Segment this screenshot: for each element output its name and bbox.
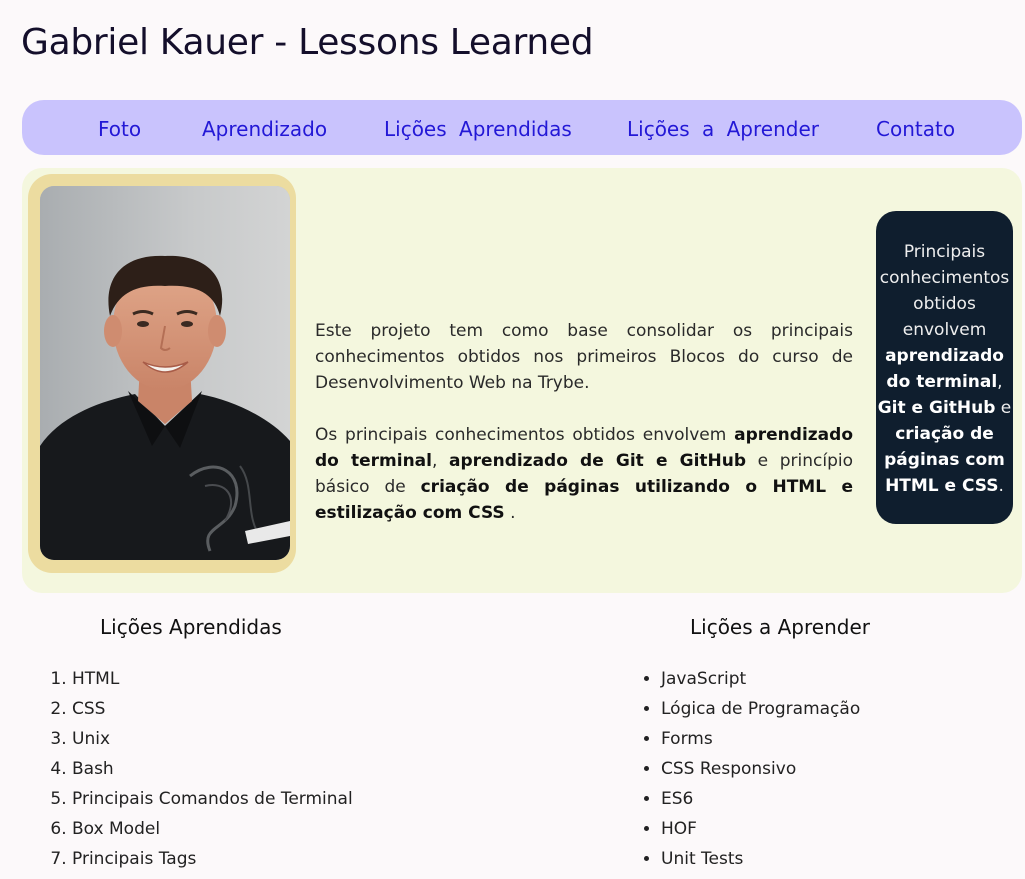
list-item: ES6 bbox=[661, 784, 860, 814]
page-title: Gabriel Kauer - Lessons Learned bbox=[21, 22, 594, 63]
intro-paragraph-1: Este projeto tem como base consolidar os… bbox=[315, 321, 853, 393]
list-item: Principais Comandos de Terminal bbox=[72, 784, 353, 814]
to-learn-heading: Lições a Aprender bbox=[690, 615, 870, 639]
intro-section: Este projeto tem como base consolidar os… bbox=[22, 168, 1022, 593]
list-item: Unit Tests bbox=[661, 844, 860, 874]
learned-list: HTML CSS Unix Bash Principais Comandos d… bbox=[50, 664, 353, 874]
intro-paragraph-2: Os principais conhecimentos obtidos envo… bbox=[315, 425, 854, 523]
to-learn-list: JavaScript Lógica de Programação Forms C… bbox=[640, 664, 860, 874]
list-item: CSS bbox=[72, 694, 353, 724]
nav-link-foto[interactable]: Foto bbox=[98, 117, 141, 141]
list-item: Forms bbox=[661, 724, 860, 754]
list-item: Principais Tags bbox=[72, 844, 353, 874]
intro-text: Este projeto tem como base consolidar os… bbox=[315, 318, 853, 552]
list-item: Box Model bbox=[72, 814, 353, 844]
list-item: HTML bbox=[72, 664, 353, 694]
list-item: Unix bbox=[72, 724, 353, 754]
nav-link-licoes-aprendidas[interactable]: Lições Aprendidas bbox=[384, 117, 572, 141]
summary-callout: Principais conhecimentos obtidos envolve… bbox=[876, 211, 1013, 524]
nav-link-contato[interactable]: Contato bbox=[876, 117, 955, 141]
list-item: Bash bbox=[72, 754, 353, 784]
list-item: JavaScript bbox=[661, 664, 860, 694]
nav-link-aprendizado[interactable]: Aprendizado bbox=[202, 117, 327, 141]
photo-frame bbox=[28, 174, 296, 573]
profile-photo bbox=[40, 186, 290, 560]
list-item: HOF bbox=[661, 814, 860, 844]
list-item: Lógica de Programação bbox=[661, 694, 860, 724]
list-item: CSS Responsivo bbox=[661, 754, 860, 784]
highlight-git: aprendizado de Git e GitHub bbox=[449, 451, 747, 471]
main-nav: Foto Aprendizado Lições Aprendidas Liçõe… bbox=[22, 100, 1022, 155]
learned-heading: Lições Aprendidas bbox=[100, 615, 282, 639]
nav-link-licoes-a-aprender[interactable]: Lições a Aprender bbox=[627, 117, 819, 141]
